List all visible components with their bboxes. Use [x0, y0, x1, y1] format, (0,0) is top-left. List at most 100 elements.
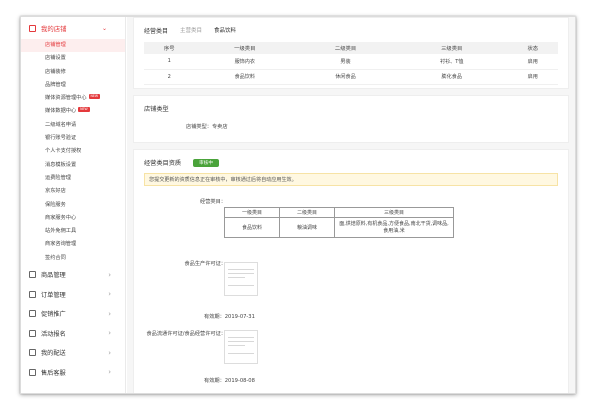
table-row: 1 服饰内衣 男装 衬衫、T恤 启用	[144, 54, 558, 70]
sidebar-group-1[interactable]: 订单管理 ›	[21, 285, 125, 305]
category-header-3: 三级类目	[395, 42, 508, 54]
license1-expiry: 有效期：2019-07-31	[204, 314, 255, 320]
store-type-card: 店铺类型 店铺类型：专卖店	[133, 95, 569, 143]
category-header-4: 状态	[507, 42, 558, 54]
new-badge: NEW	[88, 94, 101, 99]
sidebar-item-label: 签约合同	[45, 254, 66, 261]
sidebar-item-8[interactable]: 个人卡支付授权	[21, 145, 125, 158]
category-card: 经营类目 主营类目 食品饮料 序号 一级类目 二级类目 三级类目 状态 1 服饰内衣 男装衬…	[133, 17, 569, 89]
table-cell: 男装	[295, 54, 396, 70]
category-label: 经营类目：	[200, 199, 226, 205]
sidebar-item-label: 商家服务中心	[45, 214, 77, 221]
category-header-2: 二级类目	[295, 42, 396, 54]
sidebar-item-14[interactable]: 站外免佣工具	[21, 225, 125, 238]
chevron-down-icon: ⌄	[101, 24, 107, 32]
sidebar-item-15[interactable]: 商家咨询管理	[21, 238, 125, 251]
sidebar-item-label: 店铺装修	[45, 68, 66, 75]
sidebar-group-label: 商品管理	[41, 272, 66, 280]
sidebar-item-label: 媒体资源管理中心	[45, 95, 87, 102]
sidebar-group-2[interactable]: 促销推广 ›	[21, 304, 125, 324]
sidebar-group-label: 订单管理	[41, 291, 66, 299]
q-cell-1: 食品饮料	[224, 217, 280, 238]
chevron-right-icon: ›	[108, 348, 111, 357]
category-table: 序号 一级类目 二级类目 三级类目 状态 1 服饰内衣 男装 衬衫、T恤 启用 2 食品饮料 休闲食品…	[144, 42, 558, 85]
table-cell: 1	[144, 54, 195, 70]
sidebar-item-5[interactable]: 媒体数据中心 NEW	[21, 105, 125, 118]
sidebar-item-12[interactable]: 保险服务	[21, 199, 125, 212]
chevron-right-icon: ›	[108, 309, 111, 318]
sidebar-item-3[interactable]: 品牌管理	[21, 79, 125, 92]
sidebar-item-label: 店铺设置	[45, 55, 66, 62]
table-cell[interactable]: 启用	[507, 69, 558, 85]
sidebar: 我的店铺 ⌄ 店铺管理 店铺设置 店铺装修 品牌管理 媒体资源管理中心 NEW 媒体数据中心…	[21, 17, 126, 393]
sidebar-item-label: 二级域名申请	[45, 121, 77, 128]
license2-thumbnail[interactable]	[224, 330, 258, 364]
table-cell[interactable]: 启用	[507, 54, 558, 70]
sidebar-group-label: 促销推广	[41, 311, 66, 319]
q-cell-3: 面,烘焙原料,有机食品,方便食品,南北干货,调味品,食用油,米	[334, 217, 454, 238]
q-cell-2: 粮油调味	[279, 217, 335, 238]
app-window: 我的店铺 ⌄ 店铺管理 店铺设置 店铺装修 品牌管理 媒体资源管理中心 NEW 媒体数据中心…	[20, 16, 576, 394]
main-content: 经营类目 主营类目 食品饮料 序号 一级类目 二级类目 三级类目 状态 1 服饰内衣 男装衬…	[127, 17, 575, 393]
table-cell: 服饰内衣	[194, 54, 296, 70]
group-icon	[29, 349, 36, 357]
sidebar-item-16[interactable]: 签约合同	[21, 252, 125, 265]
table-row: 2 食品饮料 休闲食品 膨化食品 启用	[144, 69, 558, 85]
q-header-1: 一级类目	[224, 207, 280, 218]
sidebar-item-label: 品牌管理	[45, 81, 66, 88]
qualification-title: 经营类目资质	[144, 160, 182, 167]
sidebar-group-0[interactable]: 商品管理 ›	[21, 265, 125, 285]
store-type-value: 店铺类型：专卖店	[186, 124, 228, 130]
sidebar-item-label: 银行账号验证	[45, 135, 77, 142]
table-cell: 衬衫、T恤	[395, 54, 508, 70]
sidebar-item-6[interactable]: 二级域名申请	[21, 119, 125, 132]
sidebar-item-label: 消息模板设置	[45, 161, 77, 168]
sidebar-item-0[interactable]: 店铺管理	[21, 39, 125, 53]
group-icon	[29, 368, 36, 376]
sidebar-item-4[interactable]: 媒体资源管理中心 NEW	[21, 92, 125, 105]
qualification-card: 经营类目资质 审核中 您提交更新的资质信息正在审核中，审核通过后将自动应用生效。…	[133, 149, 569, 393]
sidebar-item-label: 保险服务	[45, 201, 66, 208]
sidebar-item-11[interactable]: 京东好店	[21, 185, 125, 198]
chevron-right-icon: ›	[108, 270, 111, 279]
sidebar-item-label: 个人卡支付授权	[45, 148, 82, 155]
sidebar-store-label: 我的店铺	[41, 24, 67, 33]
sidebar-group-label: 售后客服	[41, 369, 66, 377]
sidebar-item-10[interactable]: 运费险管理	[21, 172, 125, 185]
sidebar-item-9[interactable]: 消息模板设置	[21, 159, 125, 172]
status-badge: 审核中	[193, 158, 219, 167]
store-icon	[29, 24, 36, 32]
table-cell: 休闲食品	[295, 69, 396, 85]
category-title: 经营类目	[144, 27, 169, 35]
category-header-1: 一级类目	[194, 42, 296, 54]
sidebar-item-2[interactable]: 店铺装修	[21, 66, 125, 79]
group-icon	[29, 271, 36, 279]
sidebar-store-group[interactable]: 我的店铺 ⌄	[21, 17, 125, 39]
license1-label: 食品生产许可证：	[184, 261, 226, 267]
sidebar-group-3[interactable]: 活动报名 ›	[21, 324, 125, 344]
license2-expiry: 有效期：2019-08-08	[204, 378, 255, 384]
sidebar-group-5[interactable]: 售后客服 ›	[21, 363, 125, 383]
crumb-main[interactable]: 主营类目	[180, 26, 202, 34]
table-cell: 2	[144, 69, 195, 85]
chevron-right-icon: ›	[108, 290, 111, 299]
group-icon	[29, 329, 36, 337]
chevron-right-icon: ›	[108, 329, 111, 338]
license2-label: 食品流通许可证/食品经营许可证：	[146, 331, 226, 337]
breadcrumb: 经营类目 主营类目 食品饮料	[144, 24, 558, 36]
license1-thumbnail[interactable]	[224, 262, 258, 296]
table-cell: 膨化食品	[395, 69, 508, 85]
sidebar-group-4[interactable]: 我的配送 ›	[21, 343, 125, 363]
sidebar-item-label: 运费险管理	[45, 174, 71, 181]
category-header-0: 序号	[144, 42, 195, 54]
table-cell: 食品饮料	[194, 69, 296, 85]
sidebar-item-label: 站外免佣工具	[45, 228, 77, 235]
sidebar-item-13[interactable]: 商家服务中心	[21, 212, 125, 225]
q-header-3: 三级类目	[334, 207, 454, 218]
qualification-table: 一级类目 二级类目 三级类目 食品饮料 粮油调味 面,烘焙原料,有机食品,方便食…	[224, 207, 454, 238]
q-header-2: 二级类目	[279, 207, 335, 218]
sidebar-item-7[interactable]: 银行账号验证	[21, 132, 125, 145]
store-type-title: 店铺类型	[144, 106, 169, 113]
sidebar-item-label: 商家咨询管理	[45, 241, 77, 248]
sidebar-item-1[interactable]: 店铺设置	[21, 52, 125, 65]
